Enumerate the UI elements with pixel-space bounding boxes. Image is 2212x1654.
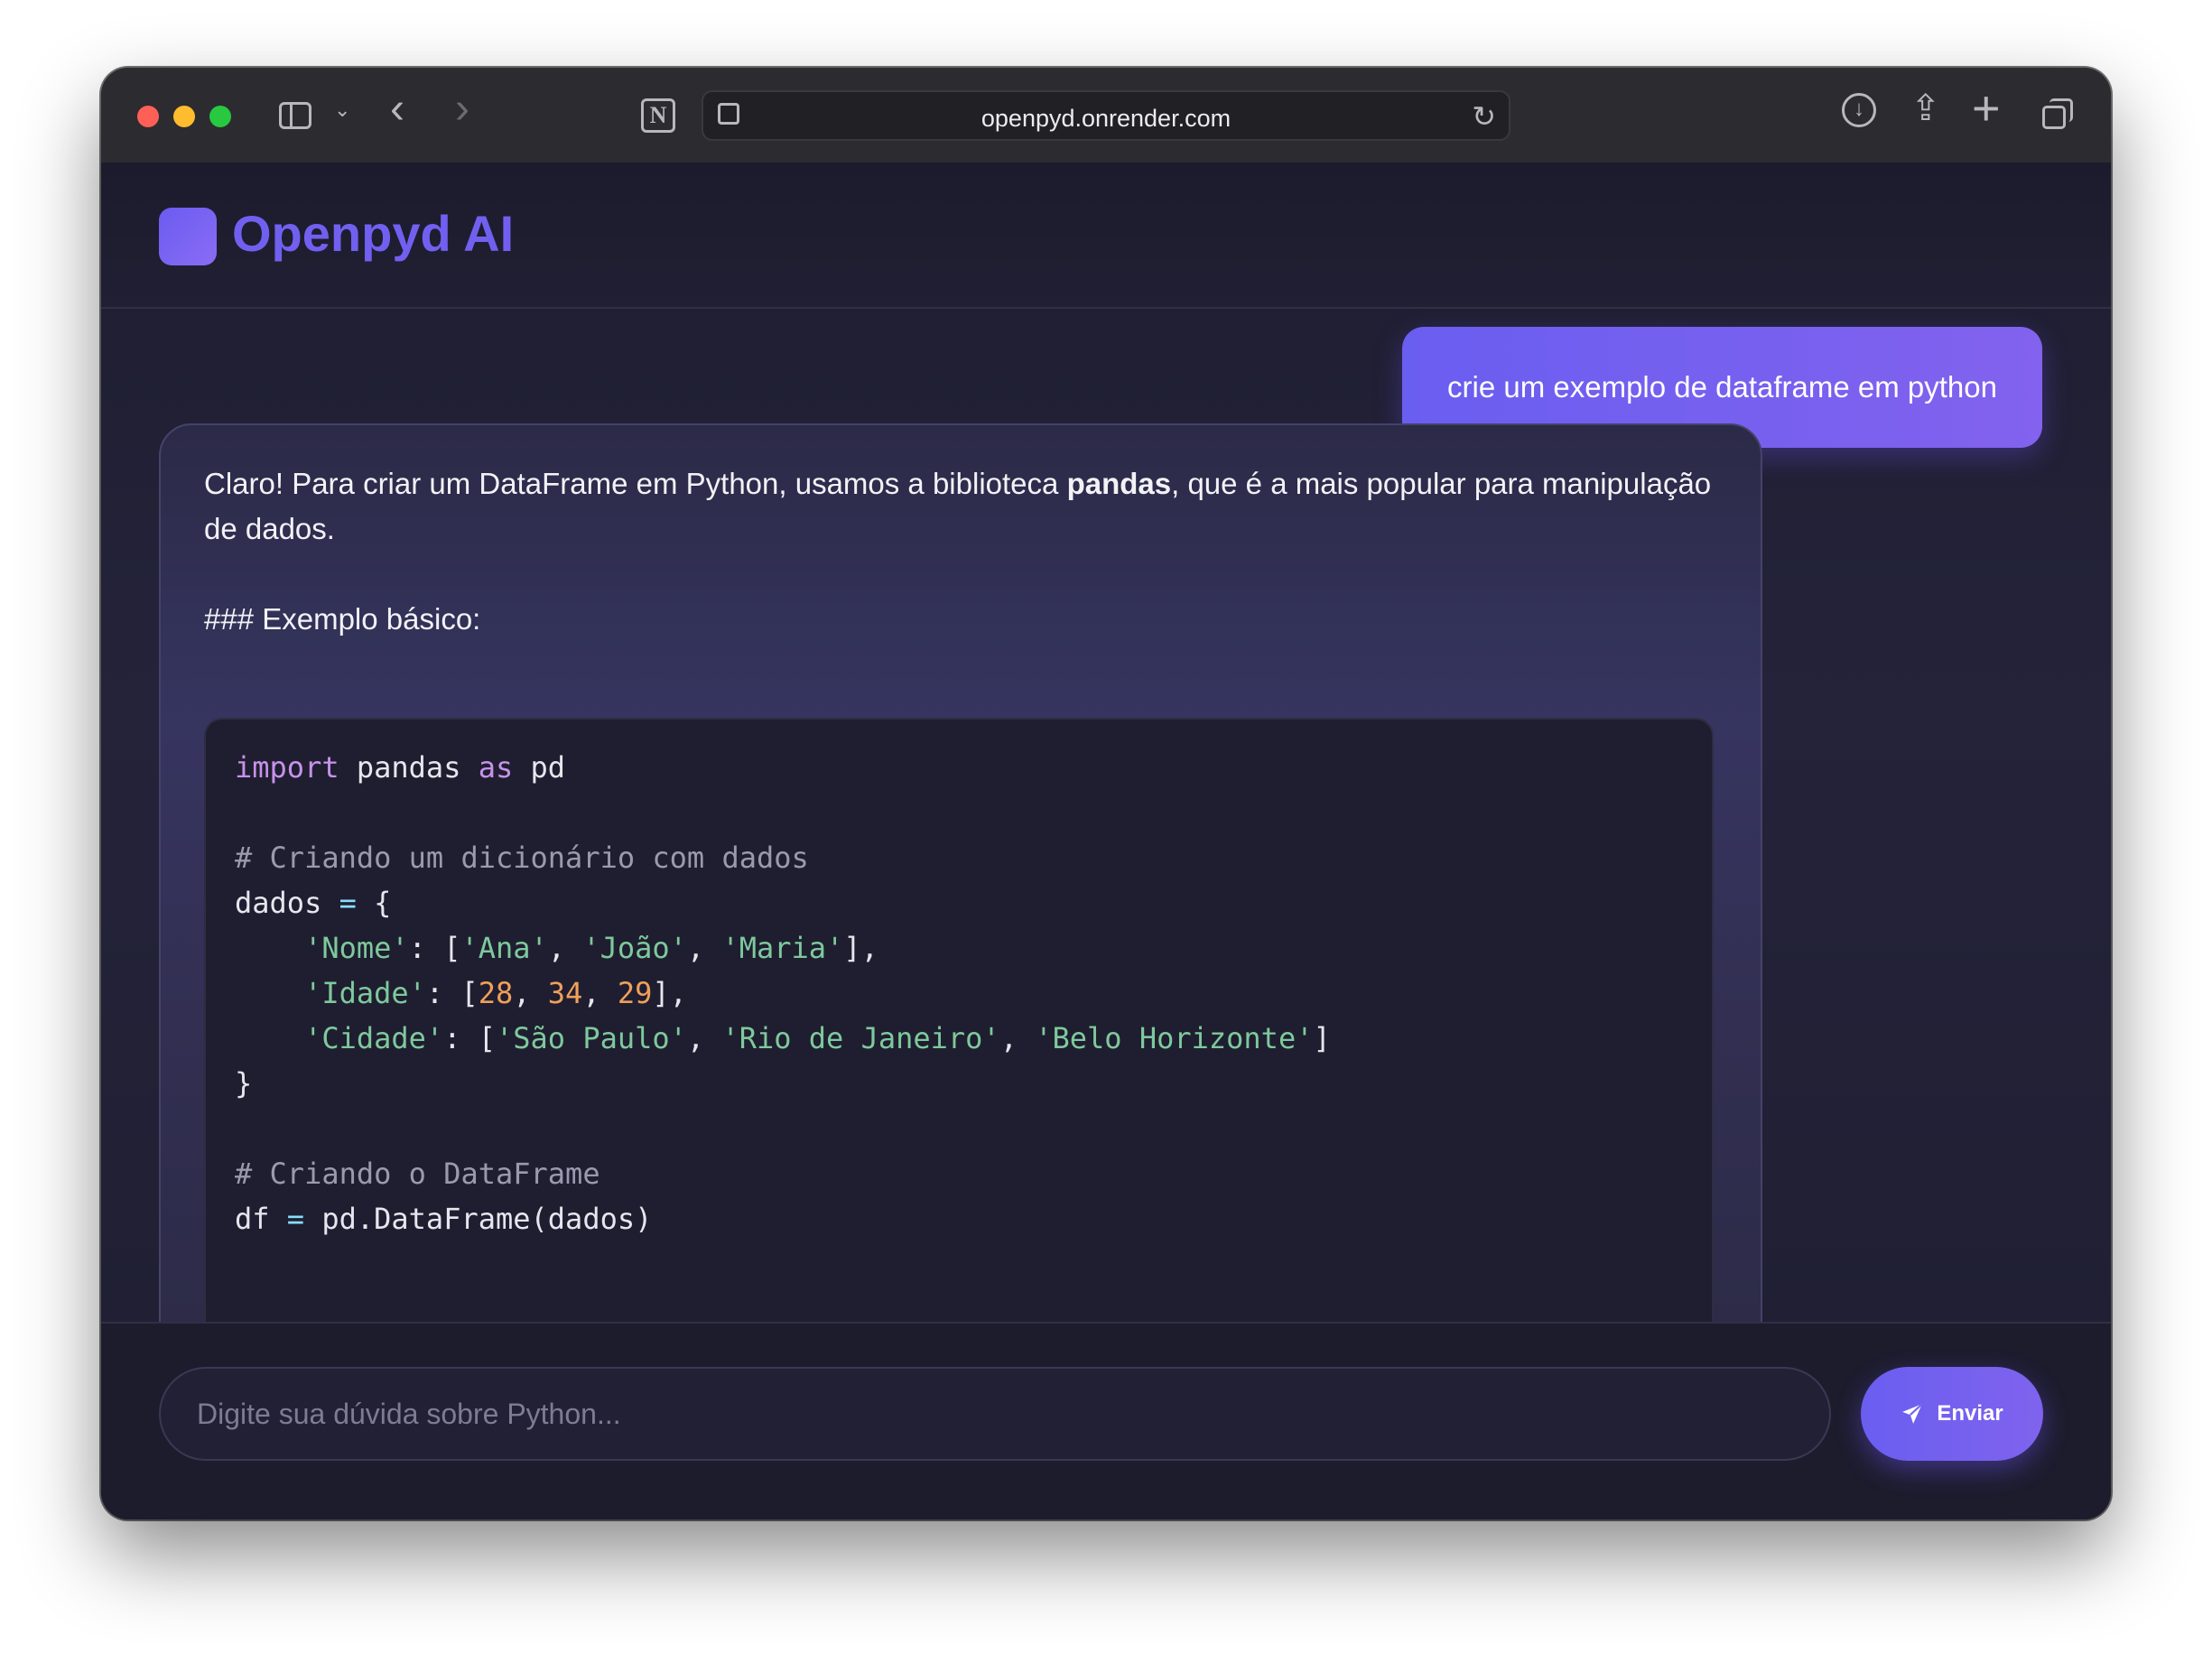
ai-intro-text: Claro! Para criar um DataFrame em Python… (204, 467, 1067, 500)
close-window-button[interactable] (137, 106, 159, 127)
code-token: } (235, 1066, 253, 1101)
code-token: = (339, 886, 357, 920)
send-button[interactable]: Enviar (1861, 1367, 2043, 1461)
address-bar[interactable]: openpyd.onrender.com ↻ (702, 90, 1510, 141)
ai-intro: Claro! Para criar um DataFrame em Python… (204, 461, 1717, 552)
logo-icon (159, 208, 217, 265)
code-token: import (235, 750, 339, 785)
code-token: 29 (617, 976, 653, 1010)
code-token: { (356, 886, 392, 920)
question-input[interactable] (159, 1367, 1831, 1461)
browser-toolbar: ⌄ ‹ › N openpyd.onrender.com ↻ ↓ ⇪ + (101, 68, 2111, 164)
code-comment: # Criando um dicionário com dados (235, 841, 809, 875)
tabs-overview-icon[interactable] (2042, 98, 2075, 131)
ai-heading: ### Exemplo básico: (204, 602, 481, 636)
notion-icon[interactable]: N (641, 98, 675, 133)
minimize-window-button[interactable] (173, 106, 195, 127)
sidebar-icon[interactable] (279, 102, 311, 129)
app-title: Openpyd AI (232, 205, 515, 262)
app: Openpyd AI crie um exemplo de dataframe … (101, 163, 2111, 1519)
ai-intro-bold: pandas (1066, 467, 1172, 500)
browser-window: ⌄ ‹ › N openpyd.onrender.com ↻ ↓ ⇪ + Ope… (101, 68, 2111, 1519)
maximize-window-button[interactable] (209, 106, 231, 127)
chat-area[interactable]: crie um exemplo de dataframe em python C… (101, 309, 2111, 1322)
back-icon[interactable]: ‹ (390, 88, 404, 131)
code-token: 'Maria' (721, 931, 844, 965)
app-header: Openpyd AI (101, 163, 2111, 309)
forward-icon[interactable]: › (455, 88, 469, 131)
code-block[interactable]: import pandas as pd # Criando um dicioná… (204, 718, 1714, 1322)
code-token: 'Cidade' (304, 1021, 444, 1055)
code-token: 'Rio de Janeiro' (721, 1021, 1000, 1055)
code-token: 34 (547, 976, 583, 1010)
code-token: = (286, 1202, 305, 1236)
code-token: as (478, 750, 514, 785)
code-token: 'São Paulo' (495, 1021, 687, 1055)
code-token: df (235, 1202, 270, 1236)
send-icon (1902, 1403, 1923, 1424)
new-tab-icon[interactable]: + (1972, 80, 2001, 136)
composer: Enviar (101, 1322, 2111, 1519)
code-token: 'Ana' (460, 931, 548, 965)
code-comment: # Criando o DataFrame (235, 1157, 600, 1191)
share-icon[interactable]: ⇪ (1910, 88, 1941, 129)
download-icon[interactable]: ↓ (1842, 93, 1876, 127)
code-token: 'Belo Horizonte' (1035, 1021, 1314, 1055)
code-token: 'Idade' (304, 976, 426, 1010)
send-label: Enviar (1937, 1401, 2003, 1426)
code-token: 28 (478, 976, 514, 1010)
code-token: pd.DataFrame(dados) (304, 1202, 653, 1236)
chevron-down-icon[interactable]: ⌄ (334, 98, 350, 122)
code-token: dados (235, 886, 322, 920)
code-token: 'João' (582, 931, 687, 965)
code-token: 'Nome' (304, 931, 409, 965)
code-token: pandas (339, 750, 479, 785)
reload-icon[interactable]: ↻ (1472, 99, 1496, 134)
ai-message: Claro! Para criar um DataFrame em Python… (159, 423, 1762, 1322)
code-token: pd (513, 750, 566, 785)
url-text: openpyd.onrender.com (981, 105, 1231, 132)
